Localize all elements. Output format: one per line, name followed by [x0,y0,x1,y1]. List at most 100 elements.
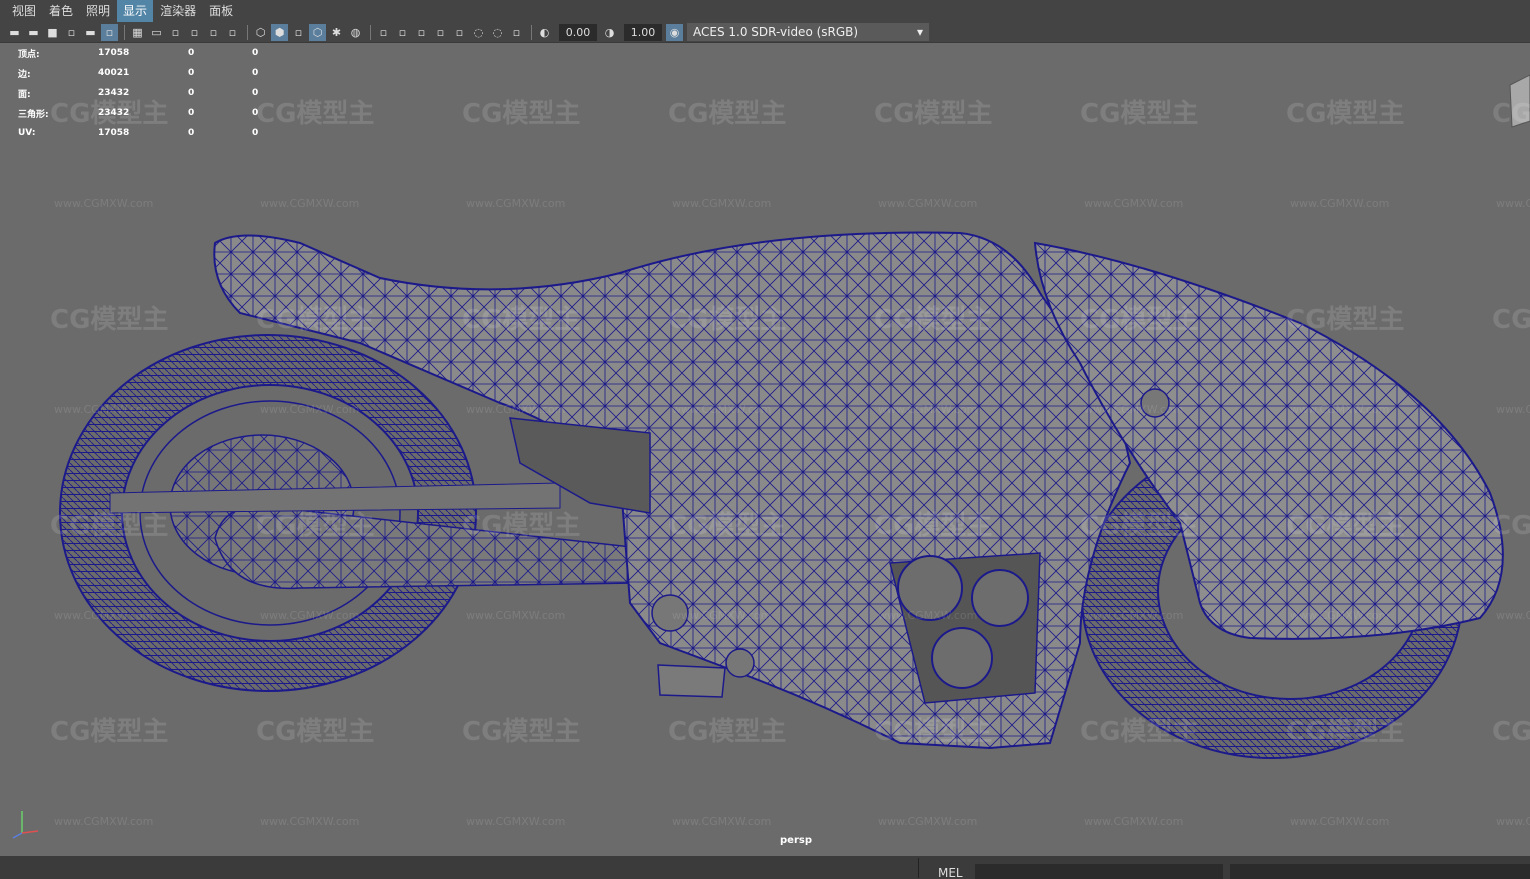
backface-icon[interactable]: ▫ [508,24,525,41]
toolbar-separator [370,24,371,40]
watermark-url: www.CGMXW.com [1290,197,1390,210]
watermark-logo: CG模型主 [462,511,581,541]
command-input[interactable] [975,864,1223,879]
use-all-lights-icon[interactable]: ✱ [328,24,345,41]
watermark-url: www.CGMXW.com [1290,609,1390,622]
watermark-logo: CG模型主 [1286,305,1405,335]
watermark-url: www.CGMXW.com [672,197,772,210]
move-camera-icon[interactable]: ▬ [82,24,99,41]
watermark-logo: CG模型主 [874,99,993,129]
camera-attributes-icon[interactable]: ▬ [25,24,42,41]
watermark-logo: CG模型主 [874,511,993,541]
exposure-icon[interactable]: ◐ [536,24,553,41]
watermark-logo: CG模型主 [1492,99,1530,129]
hud-row: 边: 40021 0 0 [18,63,258,83]
watermark-logo: CG模型主 [1080,717,1199,747]
watermark-url: www.CGMXW.com [878,815,978,828]
exposure-field[interactable]: 0.00 [559,23,597,41]
menu-item-2[interactable]: 照明 [80,0,116,22]
watermark-logo: CG模型主 [1492,511,1530,541]
panel-toolbar: ▬ ▬ ■ ▫ ▬ ▫ ▦ ▭ ▫ ▫ ▫ ▫ ⬡ ⬢ ▫ ⬡ ✱ ◍ ▫ ▫ ▫ ▫ ▫ ◌ ◌ ▫ ◐ 0.00 ◑ 1.00… [0,22,1530,43]
watermark-url: www.CGMXW.com [1084,403,1184,416]
xray-icon[interactable]: ◌ [470,24,487,41]
watermark-url: www.CGMXW.com [1290,815,1390,828]
isolate-select-icon[interactable]: ▫ [451,24,468,41]
resolution-gate-icon[interactable]: ▫ [167,24,184,41]
watermark-url: www.CGMXW.com [260,403,360,416]
watermark-url: www.CGMXW.com [878,197,978,210]
xray-joints-icon[interactable]: ◌ [489,24,506,41]
motion-blur-icon[interactable]: ▫ [394,24,411,41]
hud-v3: 0 [252,48,259,58]
watermark-logo: CG模型主 [1492,305,1530,335]
watermark-logo: CG模型主 [668,99,787,129]
hud-v2: 0 [188,88,195,98]
toolbar-separator [247,24,248,40]
watermark-logo: CG模型主 [874,305,993,335]
menu-item-4[interactable]: 渲染器 [154,0,202,22]
gamma-icon[interactable]: ◑ [601,24,618,41]
smooth-shade-icon[interactable]: ⬢ [271,23,288,41]
bookmark-icon[interactable]: ■ [44,24,61,41]
shadows-icon[interactable]: ◍ [347,24,364,41]
toolbar-separator [124,24,125,40]
anti-alias-icon[interactable]: ▫ [413,24,430,41]
watermark-url: www.CGMXW.com [672,403,772,416]
watermark-logo: CG模型主 [462,717,581,747]
hud-v3: 0 [252,68,259,78]
gate-mask-icon[interactable]: ▫ [186,24,203,41]
hud-v2: 0 [188,68,195,78]
hud-v2: 0 [188,48,195,58]
depth-of-field-icon[interactable]: ▫ [432,24,449,41]
command-line-bar: MEL [0,856,1530,879]
image-plane-icon[interactable]: ▫ [63,24,80,41]
watermark-logo: CG模型主 [256,99,375,129]
camera-name-label: persp [780,835,812,846]
grid-icon[interactable]: ▦ [129,24,146,41]
menu-item-1[interactable]: 着色 [43,0,79,22]
watermark-url: www.CGMXW.com [466,609,566,622]
watermark-url: www.CGMXW.com [672,815,772,828]
color-space-dropdown[interactable]: ACES 1.0 SDR-video (sRGB) ▾ [687,23,929,41]
watermark-url: www.CGMXW.com [54,197,154,210]
watermark-logo: CG模型主 [1080,99,1199,129]
field-chart-icon[interactable]: ▫ [205,24,222,41]
watermark-logo: CG模型主 [462,305,581,335]
gamma-field[interactable]: 1.00 [624,23,662,41]
menu-item-5[interactable]: 面板 [203,0,239,22]
3d-viewport[interactable]: 顶点: 17058 0 0 边: 40021 0 0 面: 23432 0 0 三角形: 23432 0 0 U… [0,43,1530,856]
watermark-logo: CG模型主 [668,717,787,747]
watermark-logo: CG模型主 [668,511,787,541]
hud-label: 顶点: [18,49,40,60]
hud-row: 顶点: 17058 0 0 [18,43,258,63]
watermark-url: www.CGMXW.com [1496,197,1530,210]
safe-action-icon[interactable]: ▫ [224,24,241,41]
default-material-icon[interactable]: ▫ [290,24,307,41]
color-space-value: ACES 1.0 SDR-video (sRGB) [693,25,859,39]
watermark-url: www.CGMXW.com [1084,197,1184,210]
menu-item-0[interactable]: 视图 [6,0,42,22]
mel-label[interactable]: MEL [938,866,963,879]
grease-pencil-icon[interactable]: ▫ [101,23,118,41]
wireframe-icon[interactable]: ⬡ [252,24,269,41]
watermark-url: www.CGMXW.com [1496,403,1530,416]
menu-item-3[interactable]: 显示 [117,0,154,22]
watermark-logo: CG模型主 [256,511,375,541]
camera-select-icon[interactable]: ▬ [6,24,23,41]
watermark-logo: CG模型主 [50,717,169,747]
screen-space-ao-icon[interactable]: ▫ [375,24,392,41]
watermark-logo: CG模型主 [1286,717,1405,747]
watermark-logo: CG模型主 [462,99,581,129]
hud-label: 边: [18,69,31,80]
watermark-logo: CG模型主 [1286,99,1405,129]
watermark-logo: CG模型主 [256,305,375,335]
wireframe-on-shaded-icon[interactable]: ⬡ [309,23,326,41]
watermark-url: www.CGMXW.com [878,403,978,416]
watermark-logo: CG模型主 [1286,511,1405,541]
watermark-url: www.CGMXW.com [672,609,772,622]
toolbar-icons: ▬ ▬ ■ ▫ ▬ ▫ ▦ ▭ ▫ ▫ ▫ ▫ ⬡ ⬢ ▫ ⬡ ✱ ◍ ▫ ▫ ▫ ▫ ▫ ◌ ◌ ▫ [6,23,536,41]
color-management-icon[interactable]: ◉ [666,23,683,41]
film-gate-icon[interactable]: ▭ [148,24,165,41]
menu-bar: 视图 着色 照明 显示 渲染器 面板 [0,0,1530,22]
watermark-url: www.CGMXW.com [54,403,154,416]
